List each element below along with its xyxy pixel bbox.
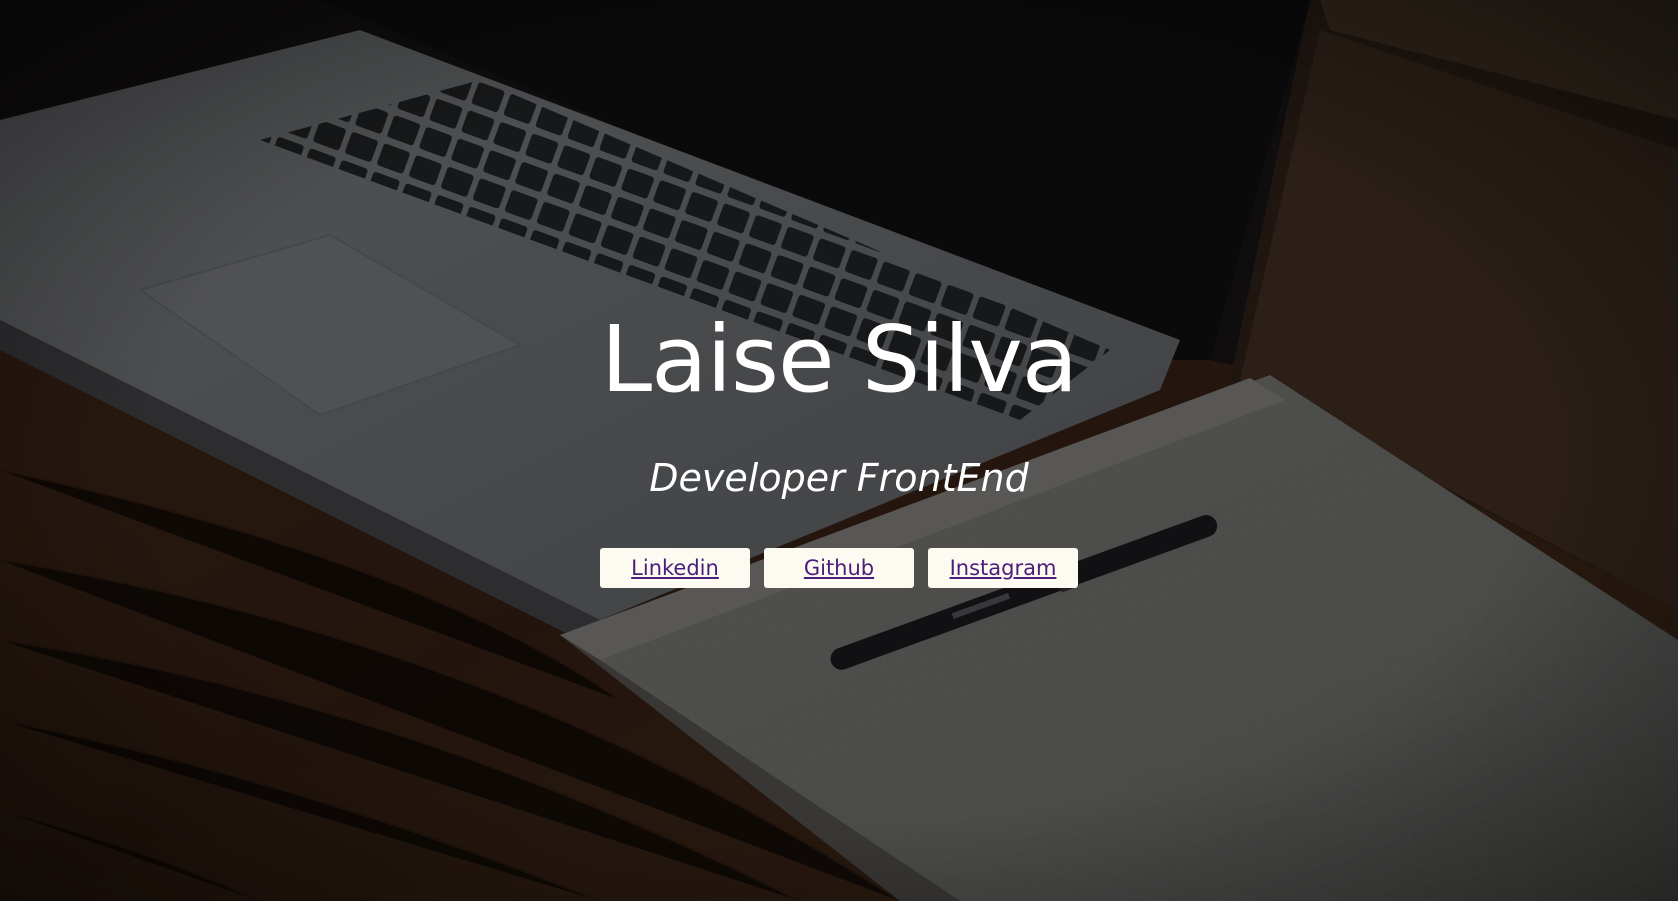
github-link[interactable]: Github xyxy=(764,548,914,588)
hero-content: Laise Silva Developer FrontEnd Linkedin … xyxy=(0,0,1678,901)
page-subtitle: Developer FrontEnd xyxy=(649,456,1029,500)
social-links: Linkedin Github Instagram xyxy=(0,548,1678,588)
page-title: Laise Silva xyxy=(600,306,1078,413)
hero-section: Laise Silva Developer FrontEnd Linkedin … xyxy=(0,0,1678,901)
linkedin-link[interactable]: Linkedin xyxy=(600,548,750,588)
instagram-link[interactable]: Instagram xyxy=(928,548,1078,588)
